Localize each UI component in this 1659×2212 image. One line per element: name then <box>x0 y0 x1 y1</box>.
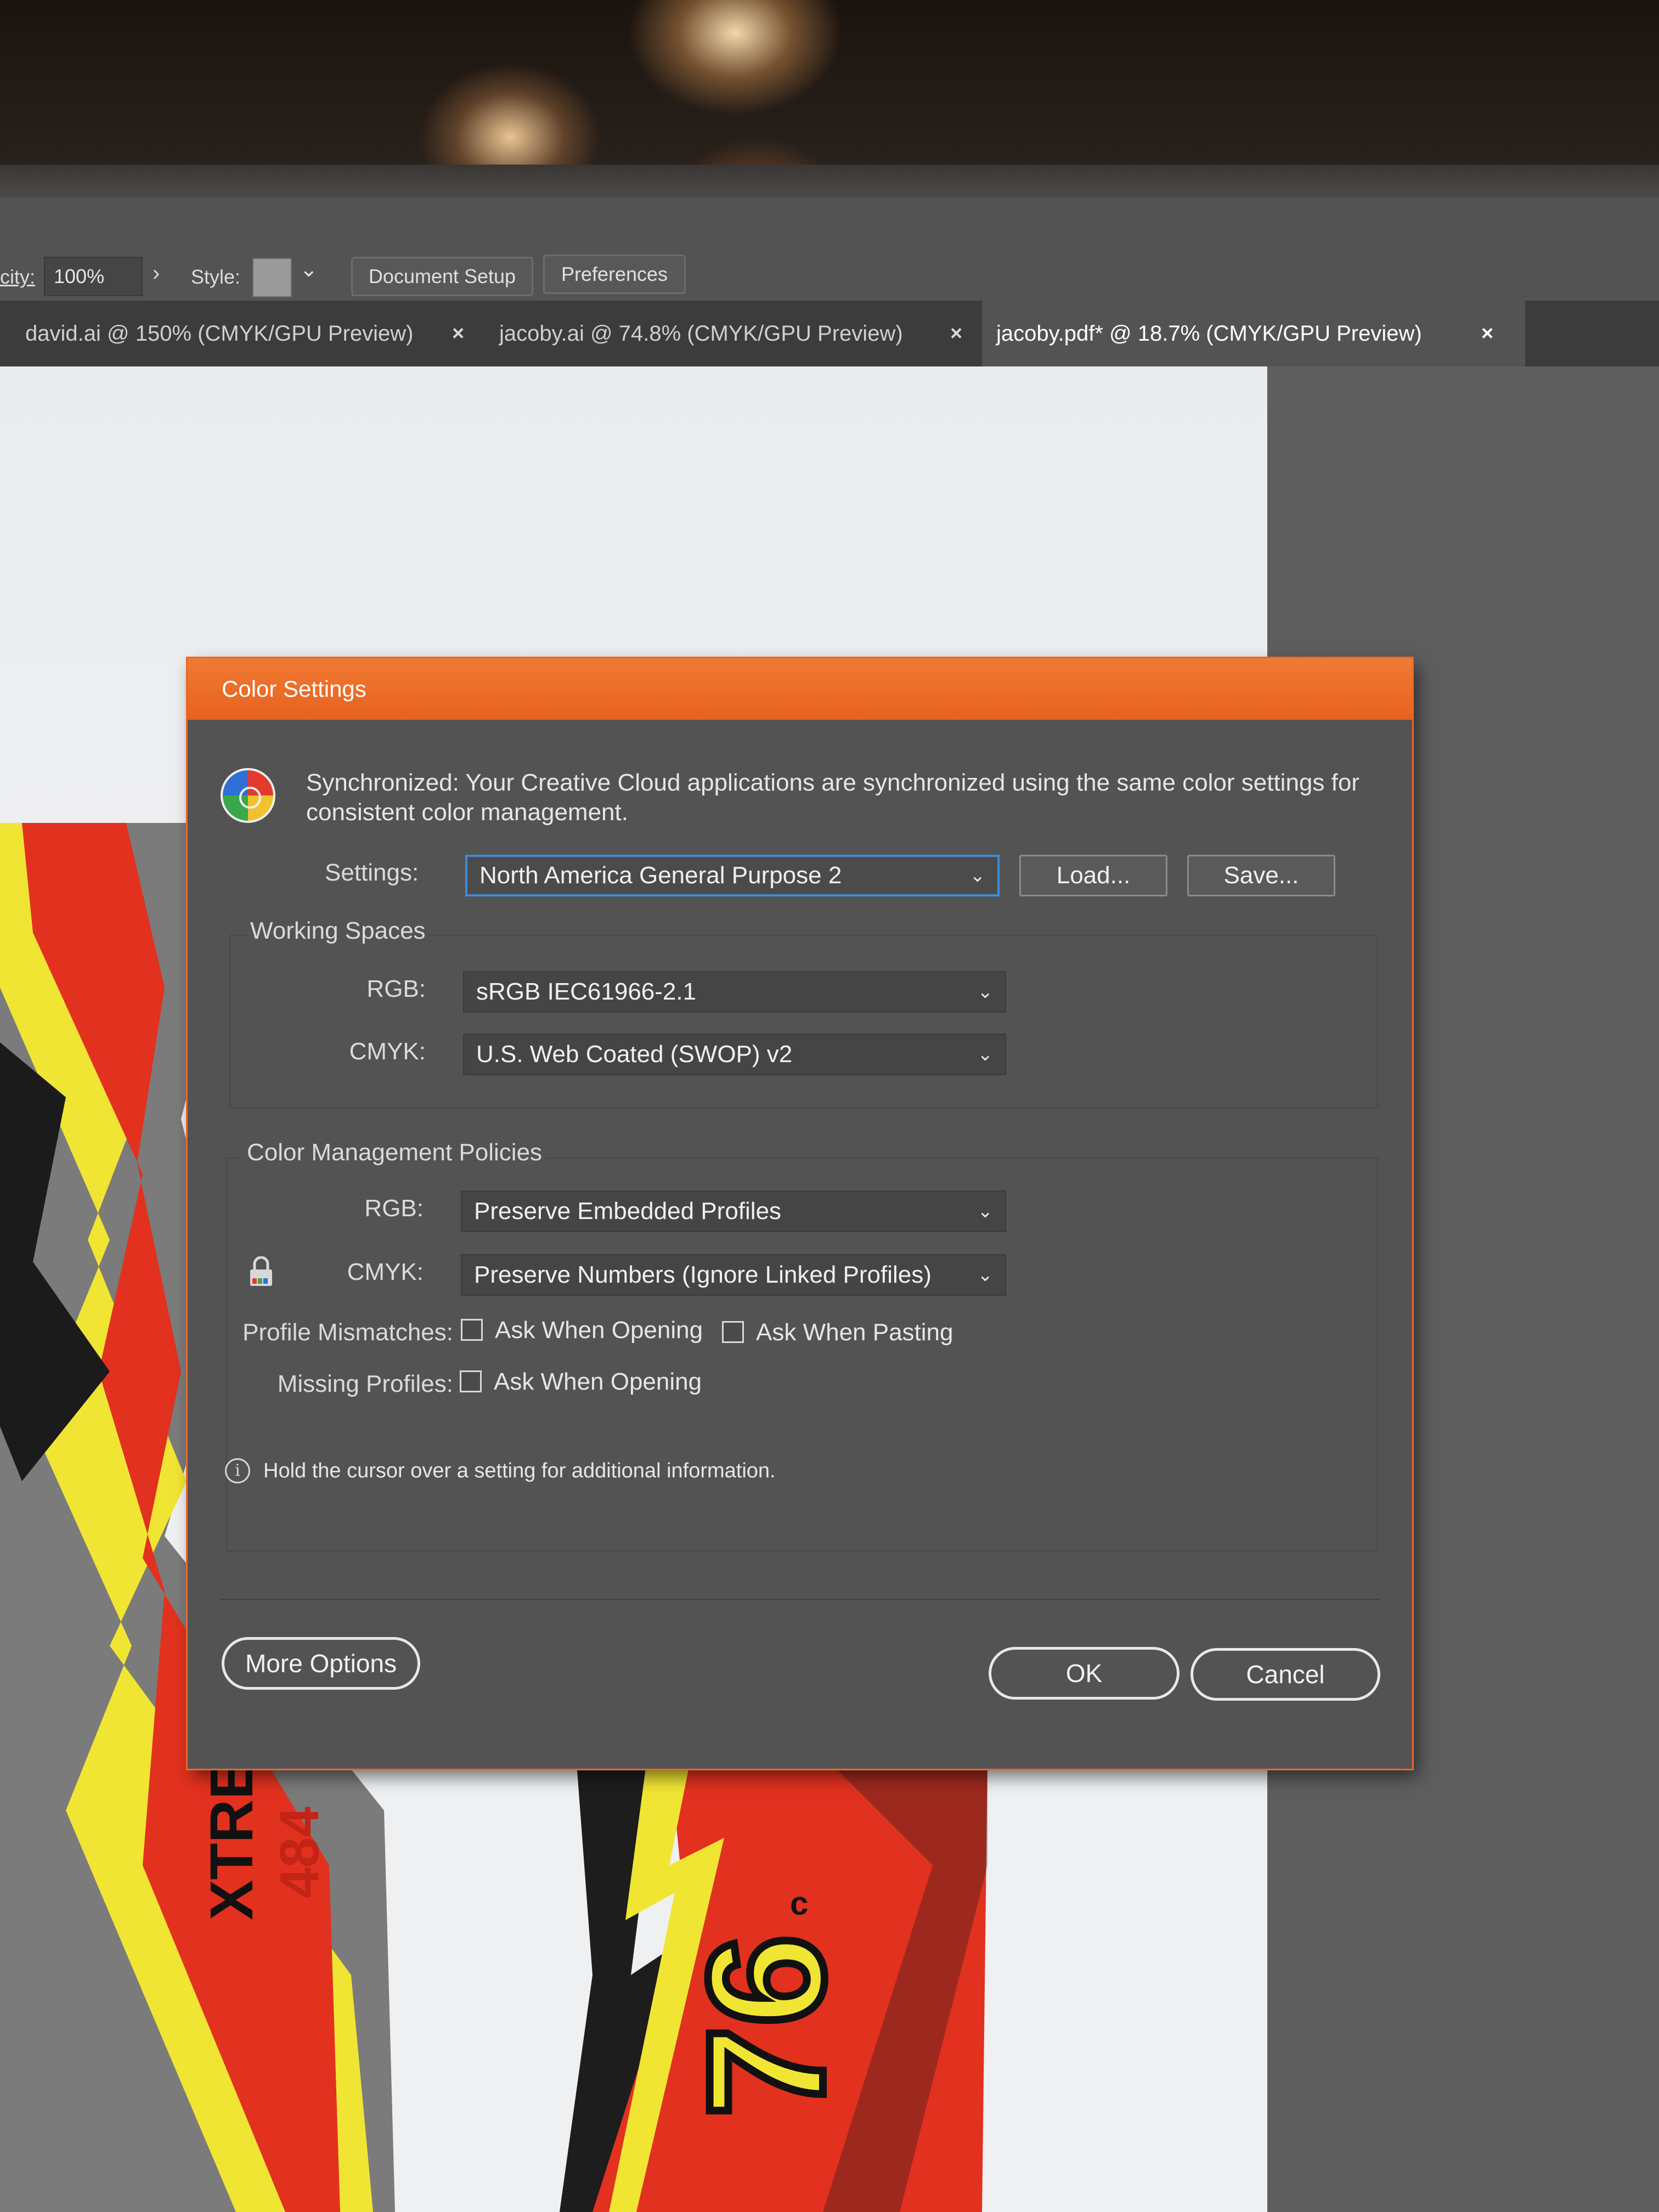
load-button[interactable]: Load... <box>1019 855 1167 896</box>
policies-title: Color Management Policies <box>242 1139 547 1166</box>
ok-button[interactable]: OK <box>989 1647 1180 1700</box>
ask-when-opening-mismatch-checkbox[interactable] <box>461 1319 483 1341</box>
dialog-title-bar[interactable]: Color Settings <box>188 658 1412 720</box>
monitor-reflection <box>0 0 1659 181</box>
policy-rgb-value: Preserve Embedded Profiles <box>474 1198 782 1224</box>
info-icon: i <box>225 1458 250 1483</box>
ask-when-pasting-label[interactable]: Ask When Pasting <box>756 1319 953 1346</box>
close-icon[interactable]: × <box>1481 301 1493 366</box>
chevron-down-icon: ⌄ <box>969 865 986 886</box>
working-spaces-title: Working Spaces <box>246 917 430 945</box>
svg-text:c: c <box>790 1885 808 1922</box>
working-rgb-dropdown[interactable]: sRGB IEC61966-2.1 ⌄ <box>463 971 1006 1013</box>
working-cmyk-value: U.S. Web Coated (SWOP) v2 <box>476 1041 793 1068</box>
policy-cmyk-value: Preserve Numbers (Ignore Linked Profiles… <box>474 1261 932 1288</box>
ask-when-opening-missing-checkbox[interactable] <box>460 1370 482 1392</box>
control-bar: city: 100% › Style: ⌄ Document Setup Pre… <box>0 198 1659 309</box>
race-number: 76 <box>670 1931 862 2121</box>
policy-rgb-dropdown[interactable]: Preserve Embedded Profiles ⌄ <box>461 1190 1006 1232</box>
svg-text:484: 484 <box>269 1807 330 1898</box>
settings-dropdown[interactable]: North America General Purpose 2 ⌄ <box>465 855 1000 896</box>
dialog-divider <box>221 1599 1379 1600</box>
cancel-button[interactable]: Cancel <box>1190 1648 1380 1701</box>
chevron-down-icon: ⌄ <box>977 1044 994 1065</box>
close-icon[interactable]: × <box>452 301 464 366</box>
chevron-down-icon: ⌄ <box>977 981 994 1002</box>
working-cmyk-label: CMYK: <box>349 1038 426 1065</box>
preferences-button[interactable]: Preferences <box>543 255 686 294</box>
color-sync-icon <box>221 768 275 823</box>
tab-label: jacoby.ai @ 74.8% (CMYK/GPU Preview) <box>499 321 903 346</box>
dialog-title: Color Settings <box>222 676 366 702</box>
style-label: Style: <box>191 266 241 288</box>
opacity-field[interactable]: 100% <box>44 257 143 296</box>
ask-when-opening-mismatch-label[interactable]: Ask When Opening <box>495 1317 703 1344</box>
tab-label: jacoby.pdf* @ 18.7% (CMYK/GPU Preview) <box>996 321 1422 346</box>
working-rgb-label: RGB: <box>366 975 426 1002</box>
settings-value: North America General Purpose 2 <box>479 862 842 889</box>
chevron-right-icon[interactable]: › <box>153 261 160 286</box>
color-settings-dialog: Color Settings Synchronized: Your Creati… <box>188 658 1412 1769</box>
tab-label: david.ai @ 150% (CMYK/GPU Preview) <box>25 321 414 346</box>
style-swatch[interactable] <box>252 258 292 297</box>
working-rgb-value: sRGB IEC61966-2.1 <box>476 978 697 1005</box>
close-icon[interactable]: × <box>950 301 962 366</box>
document-tab-bar: david.ai @ 150% (CMYK/GPU Preview) × jac… <box>0 301 1659 366</box>
more-options-button[interactable]: More Options <box>222 1637 420 1690</box>
sync-message-line2: consistent color management. <box>306 799 628 826</box>
tab-jacoby-ai[interactable]: jacoby.ai @ 74.8% (CMYK/GPU Preview) <box>483 301 966 366</box>
profile-mismatches-label: Profile Mismatches: <box>242 1319 453 1346</box>
chevron-down-icon: ⌄ <box>977 1201 994 1222</box>
save-button[interactable]: Save... <box>1187 855 1335 896</box>
policy-cmyk-label: CMYK: <box>347 1259 424 1285</box>
ask-when-opening-missing-label[interactable]: Ask When Opening <box>494 1368 702 1396</box>
policy-cmyk-dropdown[interactable]: Preserve Numbers (Ignore Linked Profiles… <box>461 1254 1006 1296</box>
svg-text:XTRE: XTRE <box>198 1759 266 1920</box>
policy-rgb-label: RGB: <box>364 1195 424 1222</box>
info-text: Hold the cursor over a setting for addit… <box>263 1459 776 1482</box>
ask-when-pasting-checkbox[interactable] <box>722 1321 744 1343</box>
sync-message-line1: Synchronized: Your Creative Cloud applic… <box>306 769 1359 796</box>
document-setup-button[interactable]: Document Setup <box>351 257 533 296</box>
chevron-down-icon: ⌄ <box>977 1265 994 1285</box>
opacity-label: city: <box>0 266 36 288</box>
chevron-down-icon[interactable]: ⌄ <box>300 257 318 282</box>
working-cmyk-dropdown[interactable]: U.S. Web Coated (SWOP) v2 ⌄ <box>463 1034 1006 1075</box>
missing-profiles-label: Missing Profiles: <box>277 1370 453 1397</box>
working-spaces-group <box>229 935 1378 1108</box>
tab-david[interactable]: david.ai @ 150% (CMYK/GPU Preview) <box>0 301 483 366</box>
monitor-bezel <box>0 165 1659 198</box>
svg-text:76: 76 <box>674 1934 858 2118</box>
settings-label: Settings: <box>325 859 419 886</box>
tab-jacoby-pdf[interactable]: jacoby.pdf* @ 18.7% (CMYK/GPU Preview) <box>982 301 1525 366</box>
lock-icon <box>250 1256 272 1286</box>
